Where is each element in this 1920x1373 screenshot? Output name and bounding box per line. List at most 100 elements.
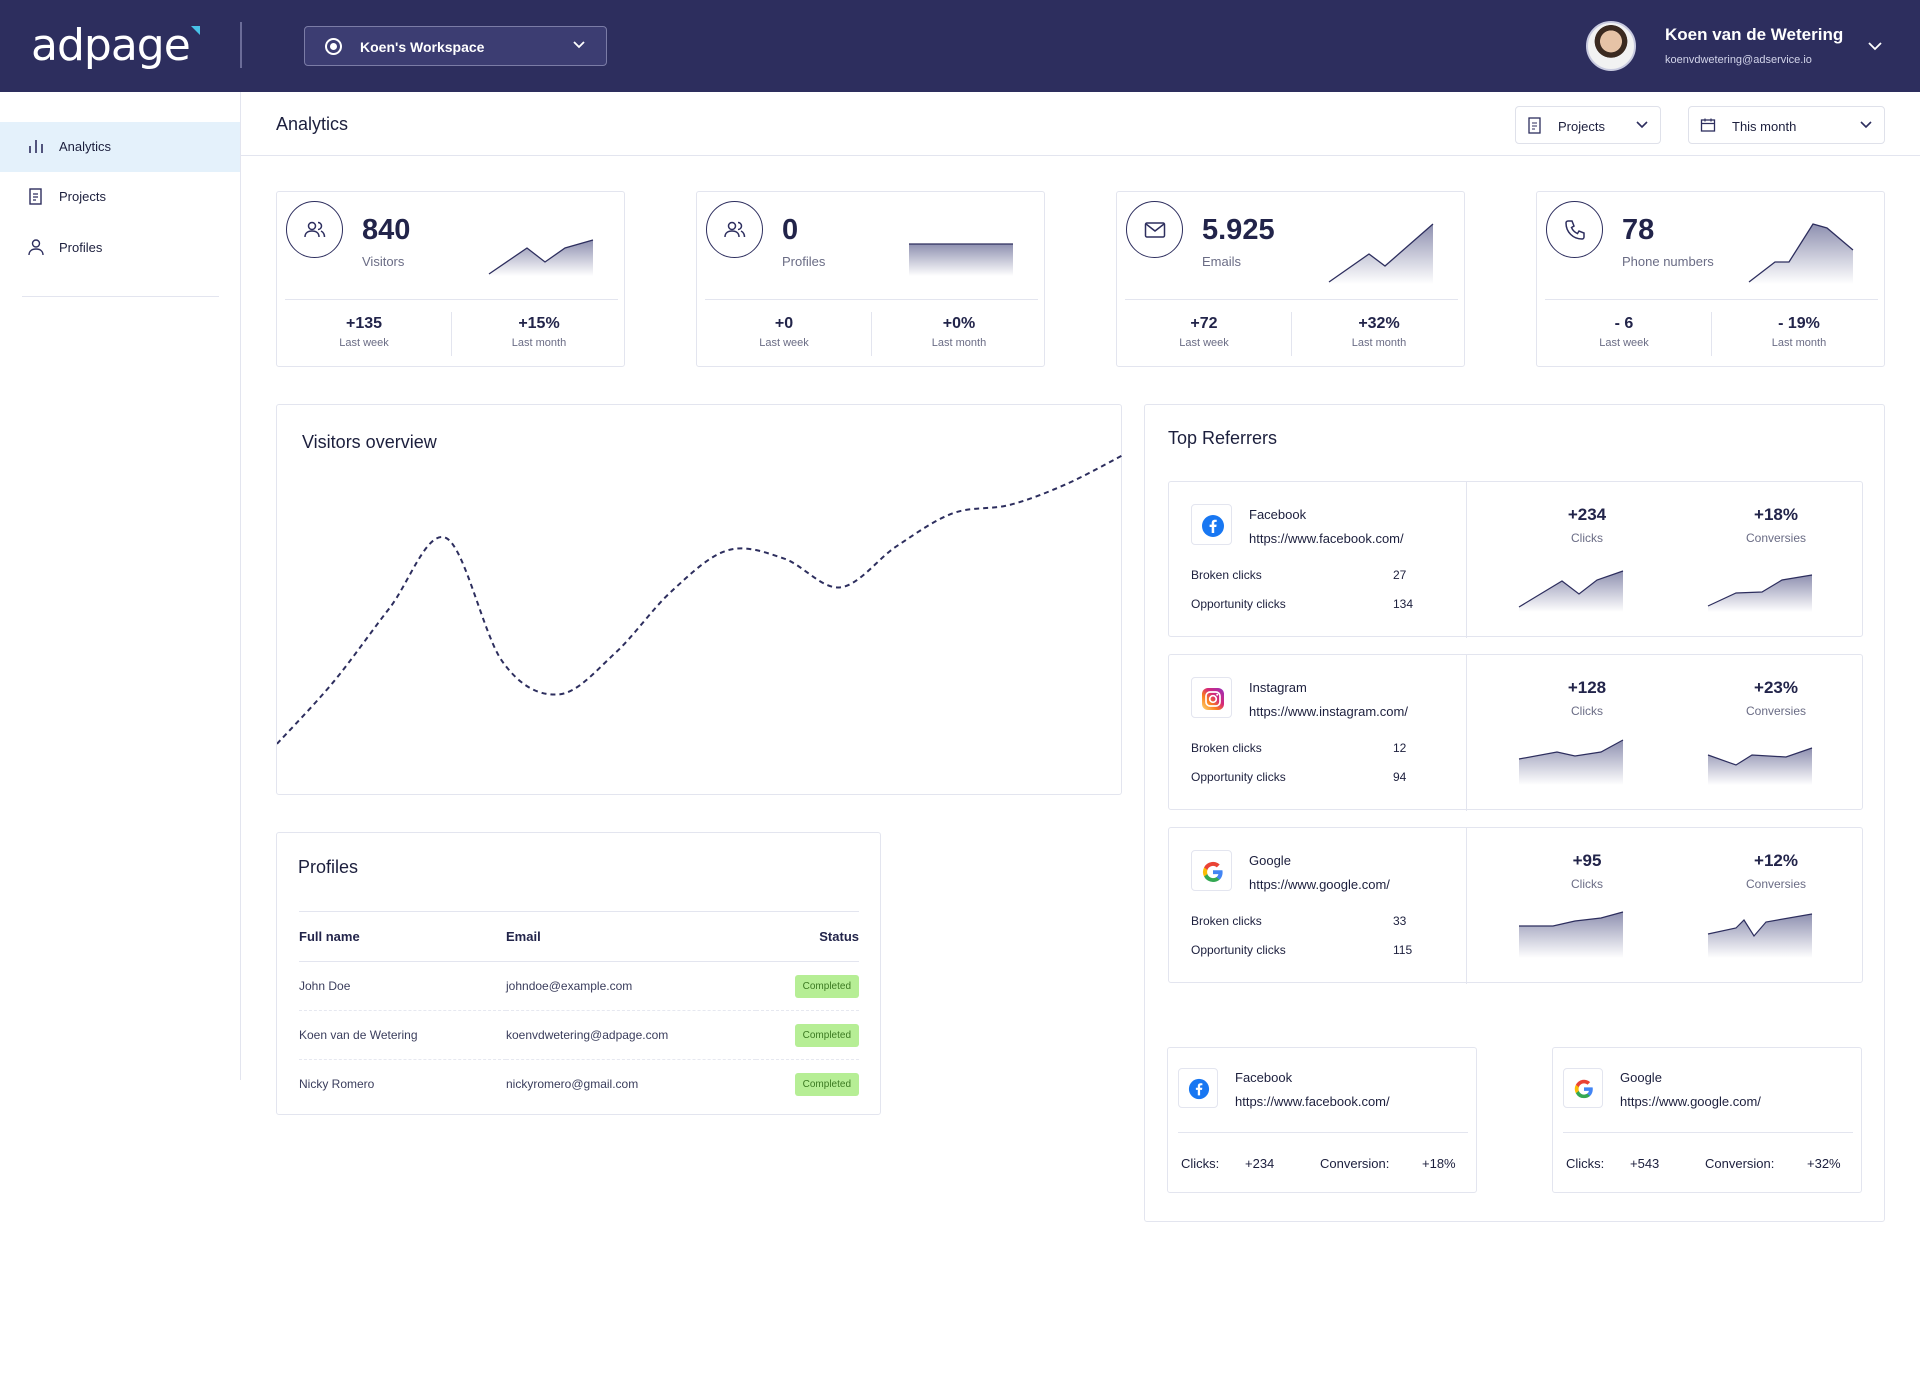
chevron-down-icon: [573, 41, 585, 49]
projects-dropdown[interactable]: Projects: [1515, 106, 1661, 144]
status-badge: Completed: [794, 1023, 859, 1047]
mini-referrer-card-facebook[interactable]: Facebook https://www.facebook.com/ Click…: [1167, 1047, 1477, 1193]
table-header-row: Full name Email Status: [299, 911, 859, 962]
user-menu-chevron-icon[interactable]: [1866, 34, 1884, 58]
chevron-down-icon: [1636, 121, 1648, 129]
sidebar-item-profiles[interactable]: Profiles: [0, 223, 240, 273]
column-header-status[interactable]: Status: [756, 911, 859, 962]
sidebar-item-analytics[interactable]: Analytics: [0, 122, 240, 172]
referrer-divider: [1466, 828, 1467, 984]
clicks-sparkline: [1518, 570, 1624, 612]
facebook-icon: [1202, 515, 1224, 537]
referrer-logo: [1191, 677, 1232, 718]
avatar[interactable]: [1586, 21, 1636, 71]
document-icon: [29, 188, 42, 205]
table-row[interactable]: Koen van de Wetering koenvdwetering@adpa…: [299, 1010, 859, 1060]
stat-week-cell: +0 Last week: [759, 315, 809, 349]
profile-name: Nicky Romero: [299, 1077, 375, 1092]
mini-referrer-card-google[interactable]: Google https://www.google.com/ Clicks: +…: [1552, 1047, 1862, 1193]
table-row[interactable]: Nicky Romero nickyromero@gmail.com Compl…: [299, 1060, 859, 1109]
stat-week-cell: - 6 Last week: [1599, 315, 1649, 349]
stat-card-profiles: 0 Profiles +0 Last week +0% Last month: [696, 191, 1045, 367]
stat-divider: [705, 299, 1038, 300]
sidebar: Analytics Projects Profiles: [0, 92, 241, 1080]
clicks-value: +234: [1245, 1156, 1275, 1171]
profile-email: johndoe@example.com: [506, 961, 756, 1011]
stat-value: 5.925: [1202, 214, 1275, 246]
users-icon: [304, 221, 326, 238]
stat-divider: [1545, 299, 1878, 300]
referrer-card-google[interactable]: Google https://www.google.com/ Broken cl…: [1168, 827, 1863, 984]
profile-email: nickyromero@gmail.com: [506, 1077, 639, 1092]
clicks-metric: +234 Clicks: [1567, 505, 1607, 545]
profile-name: John Doe: [299, 961, 506, 1011]
phone-numbers-sparkline: [1748, 223, 1854, 284]
card-divider: [1178, 1132, 1468, 1133]
conversions-sparkline: [1707, 747, 1813, 785]
date-range-dropdown[interactable]: This month: [1688, 106, 1885, 144]
profiles-title: Profiles: [298, 857, 359, 877]
referrer-name: Instagram: [1249, 680, 1307, 695]
top-referrers-title: Top Referrers: [1168, 428, 1278, 448]
opportunity-clicks-value: 134: [1393, 597, 1414, 611]
broken-clicks-label: Broken clicks: [1191, 568, 1262, 582]
opportunity-clicks-label: Opportunity clicks: [1191, 597, 1286, 611]
opportunity-clicks-label: Opportunity clicks: [1191, 943, 1286, 957]
stat-value: 78: [1622, 214, 1655, 246]
referrer-url[interactable]: https://www.google.com/: [1249, 877, 1390, 892]
stat-month-cell: - 19% Last month: [1771, 315, 1827, 349]
workspace-selector[interactable]: Koen's Workspace: [304, 26, 607, 66]
profiles-table: Full name Email Status John Doe johndoe@…: [299, 911, 859, 1109]
referrer-url[interactable]: https://www.facebook.com/: [1249, 531, 1404, 546]
stat-label: Profiles: [782, 254, 826, 269]
adpage-logo[interactable]: adpage: [31, 20, 200, 71]
conversions-metric: +23% Conversies: [1745, 678, 1807, 718]
referrer-logo: [1178, 1068, 1218, 1108]
column-header-email[interactable]: Email: [506, 911, 756, 962]
column-header-full-name[interactable]: Full name: [299, 911, 506, 962]
clicks-value: +543: [1630, 1156, 1660, 1171]
google-icon: [1574, 1079, 1593, 1099]
referrer-name: Google: [1249, 853, 1291, 868]
referrer-url[interactable]: https://www.facebook.com/: [1235, 1094, 1390, 1109]
instagram-icon: [1202, 688, 1224, 710]
conversions-sparkline: [1707, 913, 1813, 958]
clicks-metric: +95 Clicks: [1571, 851, 1603, 891]
conversion-value: +18%: [1422, 1156, 1456, 1171]
referrer-url[interactable]: https://www.google.com/: [1620, 1094, 1761, 1109]
visitors-overview-chart: [277, 454, 1123, 745]
user-email: koenvdwetering@adservice.io: [1665, 54, 1812, 66]
clicks-sparkline: [1518, 739, 1624, 785]
conversions-metric: +18% Conversies: [1745, 505, 1807, 545]
referrer-divider: [1466, 655, 1467, 811]
clicks-label: Clicks:: [1181, 1156, 1220, 1171]
clicks-label: Clicks:: [1566, 1156, 1605, 1171]
chevron-down-icon: [1860, 121, 1872, 129]
visitors-overview-panel: Visitors overview: [276, 404, 1123, 795]
conversion-label: Conversion:: [1320, 1156, 1390, 1171]
conversion-label: Conversion:: [1705, 1156, 1775, 1171]
stat-divider: [1125, 299, 1458, 300]
referrer-card-instagram[interactable]: Instagram https://www.instagram.com/ Bro…: [1168, 654, 1863, 811]
broken-clicks-value: 12: [1393, 741, 1407, 755]
referrer-name: Google: [1620, 1070, 1662, 1085]
stat-card-phone-numbers: 78 Phone numbers - 6 Last week - 19% Last …: [1536, 191, 1885, 367]
bar-chart-icon: [29, 140, 43, 153]
card-divider: [1563, 1132, 1853, 1133]
broken-clicks-value: 27: [1393, 568, 1407, 582]
referrer-card-facebook[interactable]: Facebook https://www.facebook.com/ Broke…: [1168, 481, 1863, 638]
clicks-metric: +128 Clicks: [1567, 678, 1607, 718]
referrer-url[interactable]: https://www.instagram.com/: [1249, 704, 1408, 719]
stat-month-cell: +15% Last month: [511, 315, 567, 349]
opportunity-clicks-label: Opportunity clicks: [1191, 770, 1286, 784]
broken-clicks-value: 33: [1393, 914, 1407, 928]
status-badge: Completed: [794, 1072, 859, 1096]
workspace-label: Koen's Workspace: [360, 39, 485, 55]
sidebar-divider: [22, 296, 219, 297]
sidebar-item-projects[interactable]: Projects: [0, 172, 240, 222]
table-row[interactable]: John Doe johndoe@example.com Completed: [299, 961, 859, 1011]
opportunity-clicks-value: 94: [1393, 770, 1407, 784]
conversions-metric: +12% Conversies: [1745, 851, 1807, 891]
profile-name: Koen van de Wetering: [299, 1010, 506, 1060]
sidebar-item-label: Profiles: [59, 240, 103, 255]
